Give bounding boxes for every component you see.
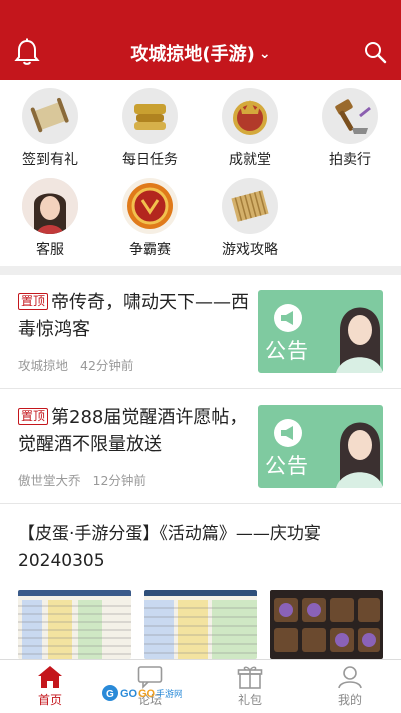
news-title-text: 帝传奇，啸动天下——西毒惊鸿客 (18, 292, 250, 340)
news-item[interactable]: 置顶 第288届觉醒酒许愿帖，觉醒酒不限量放送 傲世堂大乔 12分钟前 公告 (0, 390, 401, 504)
post-image (144, 590, 257, 659)
pinned-badge: 置顶 (18, 408, 49, 425)
nav-tab-mine[interactable]: 我的 (300, 660, 400, 713)
game-title-selector[interactable]: 攻城掠地(手游) ⌄ (0, 40, 401, 66)
chevron-down-icon: ⌄ (258, 46, 271, 62)
achievement-icon (222, 88, 278, 144)
guide-scroll-icon (222, 178, 278, 234)
announcement-label: 公告 (265, 339, 309, 363)
news-time: 12分钟前 (92, 473, 146, 488)
signin-scroll-icon (22, 88, 78, 144)
news-title-text: 第288届觉醒酒许愿帖，觉醒酒不限量放送 (18, 407, 248, 455)
home-icon (38, 666, 62, 688)
quick-label: 游戏攻略 (222, 242, 278, 258)
pinned-badge: 置顶 (18, 293, 49, 310)
nav-tab-gift[interactable]: 礼包 (200, 660, 300, 713)
customer-service-icon (22, 178, 78, 234)
quick-access-grid: 签到有礼 每日任务 成就堂 拍卖行 客服 争霸赛 游戏攻略 (0, 80, 401, 266)
nav-label: 礼包 (237, 693, 262, 707)
search-icon[interactable] (363, 40, 387, 64)
announcement-label: 公告 (265, 454, 309, 478)
svg-text:手游网: 手游网 (156, 688, 182, 700)
svg-text:G: G (106, 689, 114, 700)
announcement-thumbnail: 公告 (258, 290, 383, 373)
forum-post[interactable]: 【皮蛋·手游分蛋】《活动篇》——庆功宴20240305 (0, 509, 401, 659)
quick-label: 拍卖行 (329, 152, 371, 168)
quick-label: 每日任务 (122, 152, 178, 168)
quick-label: 成就堂 (229, 152, 271, 168)
daily-task-icon (122, 88, 178, 144)
svg-text:GO: GO (120, 688, 138, 700)
nav-tab-home[interactable]: 首页 (0, 660, 100, 713)
tournament-icon (122, 178, 178, 234)
news-author: 攻城掠地 (18, 358, 69, 373)
megaphone-icon (274, 419, 302, 447)
app-header: 攻城掠地(手游) ⌄ (0, 0, 401, 80)
quick-item-signin[interactable]: 签到有礼 (0, 88, 100, 169)
quick-label: 争霸赛 (129, 242, 171, 258)
gift-icon (237, 666, 263, 689)
page-title: 攻城掠地(手游) (130, 44, 255, 65)
news-title: 置顶 帝传奇，啸动天下——西毒惊鸿客 (18, 289, 250, 343)
quick-item-daily-task[interactable]: 每日任务 (100, 88, 200, 169)
section-divider (0, 266, 401, 275)
quick-item-achievement[interactable]: 成就堂 (200, 88, 300, 169)
news-item[interactable]: 置顶 帝传奇，啸动天下——西毒惊鸿客 攻城掠地 42分钟前 公告 (0, 275, 401, 389)
news-meta: 攻城掠地 42分钟前 (18, 355, 133, 374)
quick-label: 客服 (36, 242, 64, 258)
news-author: 傲世堂大乔 (18, 473, 81, 488)
announcement-thumbnail: 公告 (258, 405, 383, 488)
quick-item-guide[interactable]: 游戏攻略 (200, 178, 300, 259)
post-image (270, 590, 383, 659)
quick-item-tournament[interactable]: 争霸赛 (100, 178, 200, 259)
megaphone-icon (274, 304, 302, 332)
news-time: 42分钟前 (80, 358, 134, 373)
nav-label: 首页 (37, 693, 62, 707)
post-image (18, 590, 131, 659)
user-icon (338, 666, 362, 689)
news-title: 置顶 第288届觉醒酒许愿帖，觉醒酒不限量放送 (18, 404, 250, 458)
bottom-navigation: 首页 论坛 礼包 我的 (0, 659, 401, 713)
svg-text:GO: GO (138, 688, 156, 700)
quick-item-auction[interactable]: 拍卖行 (300, 88, 400, 169)
auction-hammer-icon (322, 88, 378, 144)
news-meta: 傲世堂大乔 12分钟前 (18, 470, 146, 489)
post-title: 【皮蛋·手游分蛋】《活动篇》——庆功宴20240305 (18, 524, 321, 571)
quick-label: 签到有礼 (22, 152, 78, 168)
watermark-logo: G GO GO 手游网 (100, 682, 183, 704)
quick-item-customer-service[interactable]: 客服 (0, 178, 100, 259)
nav-label: 我的 (337, 693, 362, 707)
